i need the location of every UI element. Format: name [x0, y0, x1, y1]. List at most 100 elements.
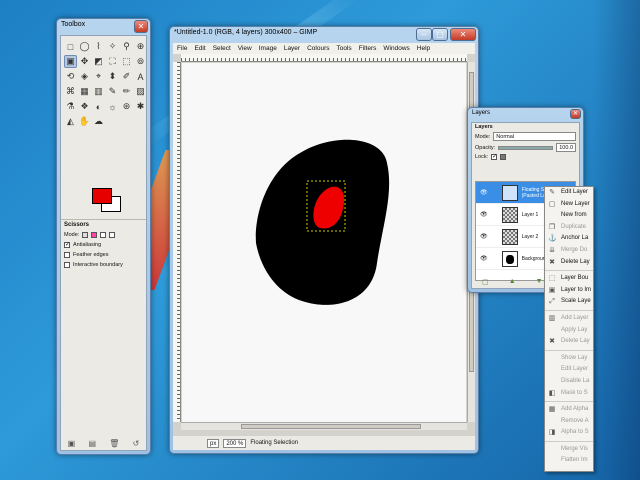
- layers-titlebar[interactable]: Layers ✕: [468, 108, 583, 122]
- horizontal-scroll-thumb[interactable]: [241, 424, 421, 429]
- tool-button[interactable]: ✐: [120, 70, 133, 83]
- save-options-icon[interactable]: ▣: [68, 439, 76, 448]
- layers-tab[interactable]: Layers: [472, 123, 579, 131]
- tool-button[interactable]: ✧: [106, 40, 119, 53]
- menu-file[interactable]: File: [177, 45, 187, 52]
- layer-mode-select[interactable]: Normal: [493, 132, 576, 141]
- context-menu-item[interactable]: Show Lay: [545, 353, 593, 365]
- menu-select[interactable]: Select: [213, 45, 231, 52]
- tool-button[interactable]: ⌘: [64, 85, 77, 98]
- context-menu-item[interactable]: ⤢ Scale Laye: [545, 296, 593, 308]
- tool-button[interactable]: ⬚: [120, 55, 133, 68]
- context-menu-item[interactable]: ▣ Layer to Im: [545, 285, 593, 297]
- visibility-eye-icon[interactable]: 👁: [480, 189, 488, 196]
- vertical-ruler[interactable]: [173, 62, 181, 422]
- menu-edit[interactable]: Edit: [194, 45, 205, 52]
- visibility-eye-icon[interactable]: 👁: [480, 255, 488, 262]
- tool-button[interactable]: ▦: [78, 85, 91, 98]
- tool-button[interactable]: ⊚: [134, 55, 147, 68]
- context-menu-item[interactable]: Remove A: [545, 416, 593, 428]
- tool-button[interactable]: ☼: [106, 100, 119, 113]
- lock-alpha-checkbox[interactable]: [500, 154, 507, 160]
- maximize-button[interactable]: ▢: [432, 28, 448, 41]
- opacity-value[interactable]: 100.0: [556, 143, 576, 152]
- context-menu-item[interactable]: Flatten Im: [545, 455, 593, 467]
- tool-button[interactable]: ✥: [78, 55, 91, 68]
- context-menu-item[interactable]: ❐ Duplicate: [545, 222, 593, 234]
- context-menu-item[interactable]: Apply Lay: [545, 325, 593, 337]
- toolbox-window[interactable]: Toolbox ✕ □ ◯ ⌇ ✧ ⚲ ⊕ ▣ ✥ ◩ ⛶ ⬚ ⊚ ⟲ ◈ ⌖ ⬍ ✐ A ⌘ ▦ ▥ ✎ ✏ ▨ ⚗ ❖ ◐ ☼ ⊛ ✱…: [56, 18, 151, 455]
- tool-button[interactable]: ⛶: [106, 55, 119, 68]
- tool-button[interactable]: ⌖: [92, 70, 105, 83]
- reset-options-icon[interactable]: ↺: [133, 439, 140, 448]
- tool-button[interactable]: ⬍: [106, 70, 119, 83]
- context-menu-item[interactable]: ◧ Mask to S: [545, 388, 593, 400]
- raise-layer-icon[interactable]: ▲: [509, 278, 516, 286]
- tool-button[interactable]: ⟲: [64, 70, 77, 83]
- tool-button[interactable]: ❖: [78, 100, 91, 113]
- menu-help[interactable]: Help: [417, 45, 430, 52]
- tool-button[interactable]: ⚲: [120, 40, 133, 53]
- context-menu-item[interactable]: ⇊ Merge Do: [545, 245, 593, 257]
- lock-pixels-checkbox[interactable]: ✓: [491, 154, 497, 160]
- context-menu-item[interactable]: ▢ New Layer: [545, 199, 593, 211]
- context-menu-item[interactable]: ◨ Alpha to S: [545, 427, 593, 439]
- antialiasing-option[interactable]: ✓ Antialiasing: [64, 242, 143, 248]
- interactive-boundary-checkbox[interactable]: [64, 262, 70, 268]
- tool-button[interactable]: ⊛: [120, 100, 133, 113]
- feather-edges-option[interactable]: Feather edges: [64, 252, 143, 258]
- close-button[interactable]: ✕: [450, 28, 476, 41]
- context-menu-item[interactable]: ✖ Delete Lay: [545, 257, 593, 269]
- menu-tools[interactable]: Tools: [337, 45, 352, 52]
- opacity-slider[interactable]: [498, 145, 554, 150]
- mode-add-button[interactable]: [91, 232, 98, 238]
- context-menu-item[interactable]: ✖ Delete Lay: [545, 336, 593, 348]
- context-menu-item[interactable]: Merge Vis: [545, 444, 593, 456]
- context-menu-item[interactable]: Edit Layer: [545, 364, 593, 376]
- mode-subtract-button[interactable]: [100, 232, 107, 238]
- menu-image[interactable]: Image: [259, 45, 277, 52]
- toolbox-close-button[interactable]: ✕: [134, 20, 148, 33]
- menu-view[interactable]: View: [238, 45, 252, 52]
- tool-button[interactable]: ☁: [92, 115, 105, 128]
- interactive-boundary-option[interactable]: Interactive boundary: [64, 262, 143, 268]
- antialiasing-checkbox[interactable]: ✓: [64, 242, 70, 248]
- minimize-button[interactable]: –: [416, 28, 432, 41]
- lower-layer-icon[interactable]: ▼: [536, 278, 543, 286]
- tool-button[interactable]: ◭: [64, 115, 77, 128]
- tool-button[interactable]: ✏: [120, 85, 133, 98]
- visibility-eye-icon[interactable]: 👁: [480, 211, 488, 218]
- context-menu-item[interactable]: ⬚ Layer Bou: [545, 273, 593, 285]
- context-menu-item[interactable]: ✎ Edit Layer: [545, 187, 593, 199]
- context-menu-item[interactable]: ⚓ Anchor La: [545, 233, 593, 245]
- image-window-titlebar[interactable]: *Untitled-1.0 (RGB, 4 layers) 300x400 – …: [170, 27, 478, 43]
- tool-button[interactable]: ◯: [78, 40, 91, 53]
- tool-button[interactable]: □: [64, 40, 77, 53]
- tool-button[interactable]: ✱: [134, 100, 147, 113]
- tool-button[interactable]: ✎: [106, 85, 119, 98]
- tool-button[interactable]: ▥: [92, 85, 105, 98]
- context-menu-item[interactable]: New from: [545, 210, 593, 222]
- tool-button[interactable]: ✋: [78, 115, 91, 128]
- unit-select[interactable]: px: [207, 438, 220, 448]
- tool-button[interactable]: A: [134, 70, 147, 83]
- menu-layer[interactable]: Layer: [284, 45, 300, 52]
- mode-intersect-button[interactable]: [109, 232, 116, 238]
- tool-button[interactable]: ◐: [92, 100, 105, 113]
- menu-filters[interactable]: Filters: [359, 45, 377, 52]
- tool-button[interactable]: ▨: [134, 85, 147, 98]
- zoom-select[interactable]: 200 %: [223, 438, 247, 448]
- visibility-eye-icon[interactable]: 👁: [480, 233, 488, 240]
- delete-options-icon[interactable]: 🗑: [109, 439, 119, 448]
- feather-edges-checkbox[interactable]: [64, 252, 70, 258]
- layers-close-button[interactable]: ✕: [570, 109, 581, 119]
- horizontal-scrollbar[interactable]: [181, 422, 467, 430]
- context-menu-item[interactable]: Disable La: [545, 376, 593, 388]
- tool-button[interactable]: ⊕: [134, 40, 147, 53]
- tool-button[interactable]: ⌇: [92, 40, 105, 53]
- context-menu-item[interactable]: ▦ Add Alpha: [545, 404, 593, 416]
- canvas-area[interactable]: [173, 54, 475, 436]
- tool-button[interactable]: ⚗: [64, 100, 77, 113]
- tool-button[interactable]: ▣: [64, 55, 77, 68]
- tool-button[interactable]: ◩: [92, 55, 105, 68]
